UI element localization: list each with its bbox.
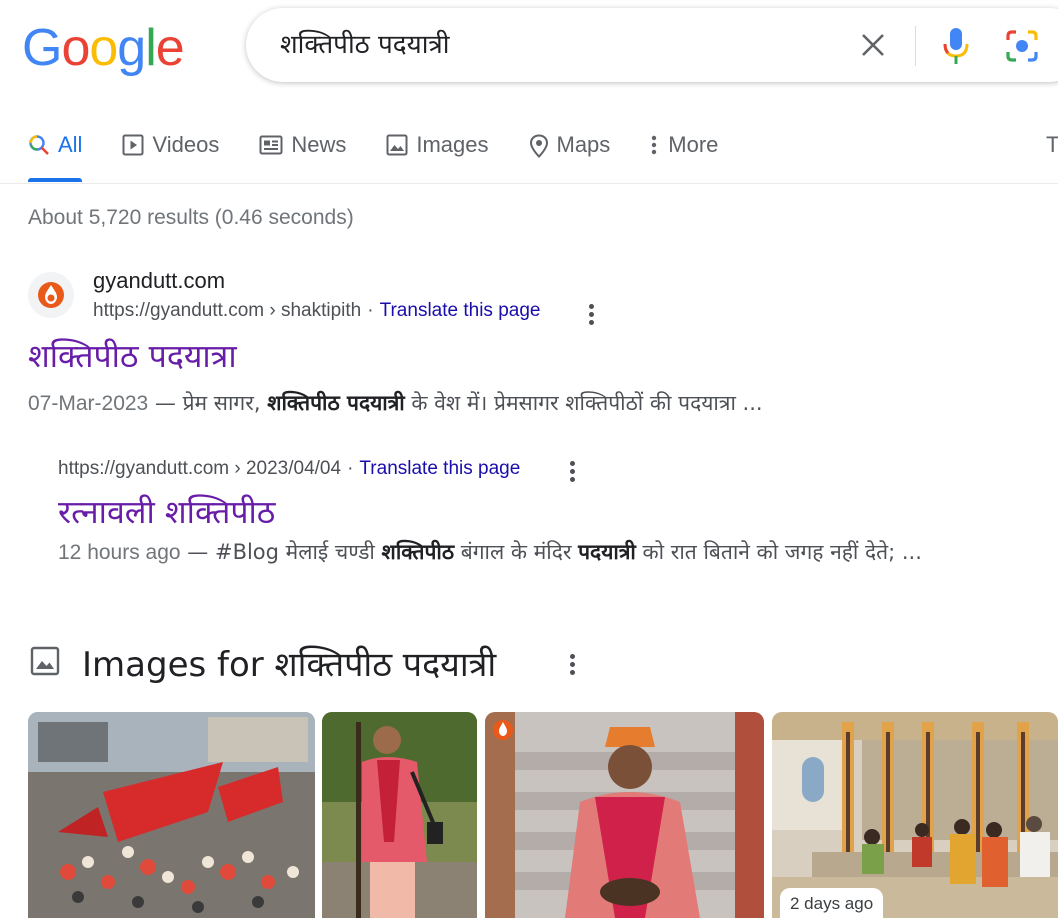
map-pin-icon xyxy=(529,134,548,158)
image-result-3[interactable] xyxy=(485,712,764,918)
tab-maps-label: Maps xyxy=(556,132,611,157)
more-vert-icon xyxy=(652,135,657,155)
tab-images-label: Images xyxy=(416,132,489,157)
snippet-text: प्रेम सागर, xyxy=(182,391,268,415)
tab-videos[interactable]: Videos xyxy=(122,124,219,182)
tab-more-label: More xyxy=(668,132,719,157)
tab-videos-label: Videos xyxy=(152,132,220,157)
image-icon xyxy=(386,134,408,156)
site-name[interactable]: gyandutt.com xyxy=(93,268,225,294)
tab-news[interactable]: News xyxy=(259,124,346,182)
translate-link[interactable]: Translate this page xyxy=(380,300,541,321)
search-icon xyxy=(29,135,49,155)
site-url[interactable]: https://gyandutt.com › shaktipith · Transl… xyxy=(93,300,540,322)
snippet-text: के वेश में। प्रेमसागर शक्तिपीठों की पदया… xyxy=(404,391,763,415)
snippet-dash: — xyxy=(180,540,215,564)
snippet-highlight: शक्तिपीठ xyxy=(381,540,455,564)
snippet-text: को रात बिताने को जगह नहीं देते; ... xyxy=(635,540,922,564)
snippet-highlight: पदयात्री xyxy=(578,540,636,564)
logo-letter-l: l xyxy=(145,19,157,77)
search-box xyxy=(246,8,1058,82)
tabs-divider xyxy=(0,183,1058,184)
result-options-icon[interactable] xyxy=(586,304,596,330)
sub-result-title[interactable]: रत्नावली शक्तिपीठ xyxy=(58,490,275,533)
close-icon[interactable] xyxy=(858,30,888,60)
tab-maps[interactable]: Maps xyxy=(529,124,611,182)
google-logo[interactable]: G o o g l e xyxy=(22,19,185,77)
tab-all[interactable]: All xyxy=(28,124,83,182)
mic-icon[interactable] xyxy=(940,26,972,66)
site-favicon[interactable] xyxy=(28,272,74,318)
logo-letter-e: e xyxy=(155,19,185,77)
result-stats: About 5,720 results (0.46 seconds) xyxy=(28,206,354,229)
breadcrumb: https://gyandutt.com › 2023/04/04 xyxy=(58,458,342,479)
tab-more[interactable]: More xyxy=(650,124,718,182)
url-separator: · xyxy=(347,458,354,479)
image-result-1[interactable] xyxy=(28,712,315,918)
search-tabs: All Videos News Images Maps More xyxy=(28,124,758,182)
snippet-dash: — xyxy=(148,391,183,415)
snippet-text: बंगाल के मंदिर xyxy=(454,540,579,564)
image-age-badge: 2 days ago xyxy=(780,888,884,918)
logo-letter-o2: o xyxy=(89,19,118,77)
snippet-text: #Blog मेलाई चण्डी xyxy=(214,540,382,564)
logo-letter-g: G xyxy=(22,19,62,77)
translate-link[interactable]: Translate this page xyxy=(359,458,520,479)
tab-images[interactable]: Images xyxy=(386,124,489,182)
lens-icon[interactable] xyxy=(1004,28,1040,64)
tab-all-label: All xyxy=(58,132,83,157)
image-icon xyxy=(30,646,60,676)
tab-news-label: News xyxy=(291,132,347,157)
sub-result-url[interactable]: https://gyandutt.com › 2023/04/04 · Transl… xyxy=(58,458,520,480)
result-options-icon[interactable] xyxy=(567,461,577,487)
breadcrumb: https://gyandutt.com › shaktipith xyxy=(93,300,362,321)
logo-letter-g2: g xyxy=(117,19,146,77)
images-options-icon[interactable] xyxy=(567,654,577,680)
snippet-date: 07-Mar-2023 xyxy=(28,392,149,415)
news-icon xyxy=(259,135,283,155)
image-result-2[interactable] xyxy=(322,712,477,918)
tools-button[interactable]: T xyxy=(1046,132,1058,158)
result-snippet: 07-Mar-2023 — प्रेम सागर, शक्तिपीठ पदयात… xyxy=(28,389,763,417)
image-result-4[interactable]: 2 days ago xyxy=(772,712,1058,918)
sub-result-snippet: 12 hours ago — #Blog मेलाई चण्डी शक्तिपी… xyxy=(58,538,922,566)
logo-letter-o1: o xyxy=(61,19,90,77)
url-separator: · xyxy=(367,300,374,321)
search-input[interactable] xyxy=(280,8,820,82)
snippet-date: 12 hours ago xyxy=(58,541,181,564)
search-divider xyxy=(915,26,916,66)
play-icon xyxy=(122,134,144,156)
snippet-highlight: शक्तिपीठ पदयात्री xyxy=(267,391,405,415)
images-section-title: Images for शक्तिपीठ पदयात्री xyxy=(82,645,497,685)
result-title[interactable]: शक्तिपीठ पदयात्रा xyxy=(28,334,237,377)
flame-logo-icon xyxy=(38,282,64,308)
